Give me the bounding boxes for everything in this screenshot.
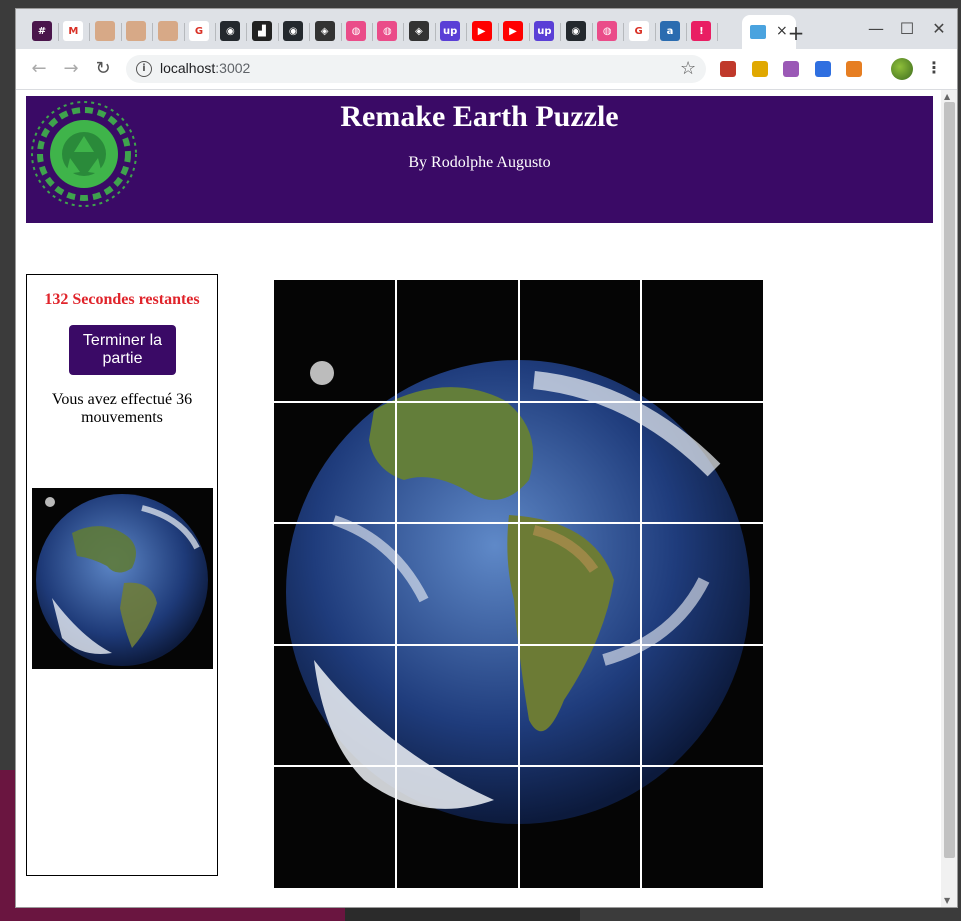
tab-bar: # M G ◉ ▟ ◉ ◈ ◍ ◍ ◈ up ▶ ▶ up ◉ ◍ Ga! × + — ☐ ✕ [16, 9, 957, 49]
puzzle-board[interactable] [274, 280, 763, 888]
tab-separator [309, 23, 311, 41]
browser-menu-button[interactable]: ⋮ [926, 58, 942, 77]
tab-separator [434, 23, 436, 41]
dribbble-icon[interactable]: ◍ [597, 21, 618, 41]
moves-counter: Vous avez effectué 36 mouvements [51, 391, 193, 426]
tab-separator [717, 23, 719, 41]
url-port: :3002 [215, 60, 251, 76]
avatar-icon[interactable] [157, 21, 178, 41]
gmail-icon[interactable]: M [63, 21, 84, 41]
alert-icon[interactable]: ! [691, 21, 712, 41]
address-bar[interactable]: i localhost:3002 ☆ [126, 55, 706, 83]
youtube-icon[interactable]: ▶ [503, 21, 523, 41]
tab-separator [58, 23, 59, 41]
active-tab-favicon-icon [750, 25, 766, 39]
maximize-button[interactable]: ☐ [896, 19, 918, 38]
google-icon[interactable]: G [189, 21, 209, 41]
tab-separator [183, 23, 185, 41]
end-game-button[interactable]: Terminer la partie [69, 325, 176, 375]
codesandbox-icon[interactable]: ◈ [314, 21, 335, 41]
tab-separator [120, 23, 122, 41]
tab-separator [372, 23, 373, 41]
upwork-icon[interactable]: up [440, 21, 461, 41]
scrollbar-thumb[interactable] [944, 102, 955, 858]
avatar-icon[interactable] [94, 21, 115, 41]
page-scrollbar[interactable]: ▲ ▼ [941, 90, 957, 907]
upwork-icon[interactable]: up [534, 21, 555, 41]
browser-window: # M G ◉ ▟ ◉ ◈ ◍ ◍ ◈ up ▶ ▶ up ◉ ◍ Ga! × + — ☐ ✕ ← → ↻ i … [15, 8, 958, 908]
author-line: By Rodolphe Augusto [408, 154, 551, 171]
tab-separator [246, 23, 248, 41]
bitbucket-icon[interactable]: ▟ [251, 21, 272, 41]
extension-react-icon[interactable] [846, 61, 862, 77]
slack-icon[interactable]: # [32, 21, 52, 41]
tab-separator [560, 23, 562, 41]
codesandbox-icon[interactable]: ◈ [408, 21, 429, 41]
close-window-button[interactable]: ✕ [928, 19, 950, 38]
tab-separator [403, 23, 405, 41]
extension-red-icon[interactable] [720, 61, 736, 77]
tab-separator [591, 23, 593, 41]
minimize-button[interactable]: — [865, 19, 887, 38]
extension-check-icon[interactable] [814, 61, 831, 77]
github-icon[interactable]: ◉ [283, 21, 304, 41]
google-icon[interactable]: G [628, 21, 649, 41]
github-icon[interactable]: ◉ [220, 21, 241, 41]
dribbble-icon[interactable]: ◍ [377, 21, 398, 41]
url-text[interactable]: localhost:3002 [160, 60, 250, 76]
youtube-icon[interactable]: ▶ [471, 21, 492, 41]
tab-separator [466, 23, 468, 41]
browser-toolbar: ← → ↻ i localhost:3002 ☆ ⋮ [16, 49, 957, 90]
profile-avatar[interactable] [891, 58, 913, 80]
game-sidebar: 132 Secondes restantes Terminer la parti… [26, 274, 218, 876]
tab-separator [152, 23, 154, 41]
dribbble-icon[interactable]: ◍ [346, 21, 366, 41]
site-info-icon[interactable]: i [136, 61, 152, 77]
bookmark-star-icon[interactable]: ☆ [680, 58, 696, 79]
extension-folder-icon[interactable] [751, 61, 768, 77]
tab-separator [497, 23, 499, 41]
url-host: localhost [160, 60, 216, 76]
tab-separator [529, 23, 530, 41]
tab-separator [686, 23, 687, 41]
tab-separator [340, 23, 342, 41]
timer-text: 132 Secondes restantes [44, 291, 200, 308]
page-title: Remake Earth Puzzle [340, 100, 619, 133]
back-button[interactable]: ← [28, 58, 50, 79]
reload-button[interactable]: ↻ [92, 58, 114, 79]
new-tab-button[interactable]: + [786, 21, 806, 45]
scroll-down-icon[interactable]: ▼ [944, 896, 950, 905]
tab-separator [277, 23, 279, 41]
page-content: Remake Earth Puzzle By Rodolphe Augusto … [16, 90, 941, 907]
forward-button[interactable]: → [60, 58, 82, 79]
site-header: Remake Earth Puzzle By Rodolphe Augusto [26, 96, 933, 223]
tab-separator [623, 23, 625, 41]
tab-separator [654, 23, 656, 41]
avatar-icon[interactable] [126, 21, 147, 41]
preview-image [32, 488, 213, 669]
tab-separator [215, 23, 216, 41]
tab-separator [89, 23, 91, 41]
scroll-up-icon[interactable]: ▲ [944, 92, 950, 101]
app-icon[interactable]: a [660, 21, 680, 41]
github-icon[interactable]: ◉ [565, 21, 586, 41]
extension-play-icon[interactable] [783, 61, 799, 77]
